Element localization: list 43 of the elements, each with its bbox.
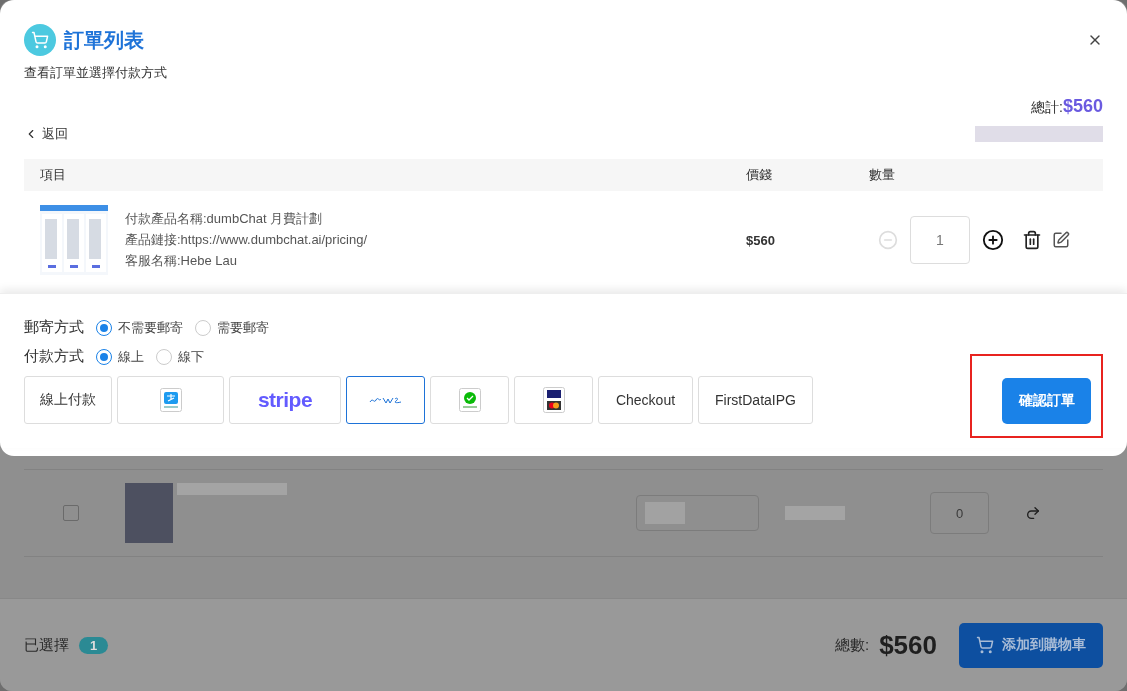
total-value: $560 (1062, 96, 1103, 117)
increase-button[interactable] (982, 229, 1004, 251)
script-logo-icon (368, 395, 403, 405)
radio-option[interactable]: 線上 (96, 347, 144, 366)
radio-option[interactable]: 不需要郵寄 (96, 318, 183, 337)
product-detail: 客服名稱:Hebe Lau (125, 252, 238, 270)
selected-label: 已選擇 (24, 635, 69, 655)
blurred-thumbnail (125, 483, 173, 543)
count-badge: 1 (79, 636, 109, 654)
product-detail: 付款產品名稱:dumbChat 月費計劃 (125, 210, 324, 228)
cart-icon (24, 24, 56, 56)
radio-option[interactable]: 需要郵寄 (195, 318, 269, 337)
back-link[interactable]: 返回 (24, 125, 68, 143)
payment-method[interactable]: FirstDataIPG (698, 376, 813, 424)
option-label: 付款方式 (24, 347, 84, 366)
dialog-subtitle: 查看訂單並選擇付款方式 (24, 64, 168, 82)
confirm-order-button[interactable]: 確認訂單 (1002, 378, 1091, 424)
cart-icon (976, 636, 994, 654)
total-value: $560 (879, 629, 937, 661)
app-logo-icon (159, 388, 182, 412)
quantity-field[interactable]: 0 (930, 492, 989, 534)
redo-arrow-icon[interactable] (1025, 505, 1041, 521)
card-logos-icon (542, 387, 565, 413)
input-field[interactable] (636, 495, 759, 531)
total-label: 總計: (1031, 99, 1063, 117)
price-cell-text: $560 (746, 232, 776, 248)
column-header: 價錢 (746, 166, 773, 184)
quantity-field[interactable]: 1 (910, 216, 970, 264)
payment-method[interactable]: stripe (229, 376, 341, 424)
chat-bubble-icon (458, 388, 481, 412)
dialog-title: 訂單列表 (64, 27, 144, 53)
payment-method[interactable]: 線上付款 (24, 376, 112, 424)
add-to-cart-button[interactable]: 添加到購物車 (959, 622, 1103, 668)
delete-button[interactable] (1022, 230, 1042, 250)
column-header: 數量 (869, 166, 896, 184)
column-header: 項目 (40, 166, 67, 184)
radio-option[interactable]: 線下 (156, 347, 204, 366)
checkbox[interactable] (63, 505, 79, 521)
option-label: 郵寄方式 (24, 318, 84, 337)
product-detail: 產品鏈接:https://www.dumbchat.ai/pricing/ (125, 231, 369, 249)
payment-method[interactable]: Checkout (598, 376, 693, 424)
edit-button[interactable] (1052, 231, 1070, 249)
total-label: 總數: (835, 635, 870, 655)
